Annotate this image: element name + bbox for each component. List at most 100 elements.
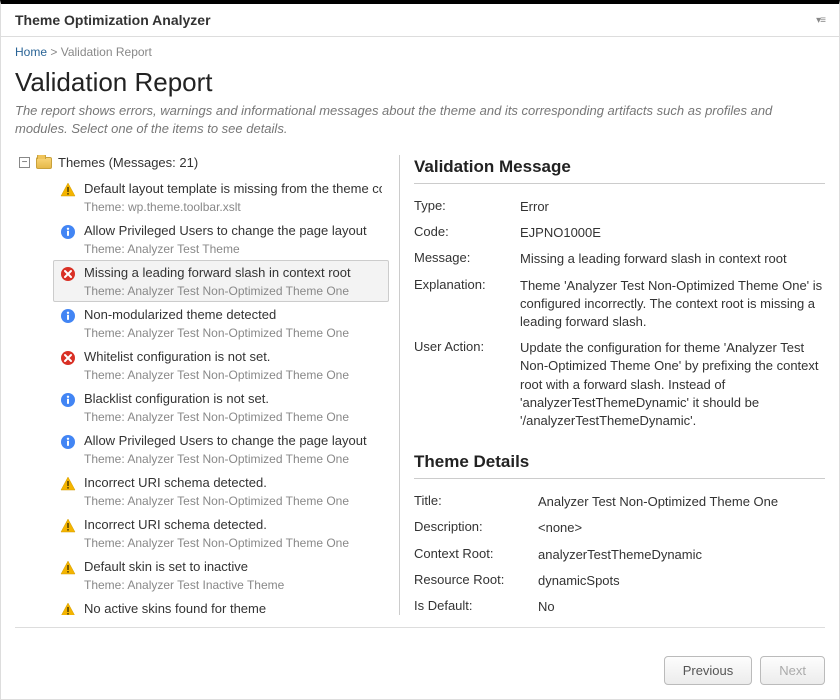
app-panel: Theme Optimization Analyzer ▾≡ Home > Va… — [0, 0, 840, 700]
type-label: Type: — [414, 198, 520, 213]
tree-item-message: Default skin is set to inactive — [84, 559, 382, 574]
tree-item-subtitle: Theme: Analyzer Test Non-Optimized Theme… — [60, 534, 382, 550]
page-subtitle: The report shows errors, warnings and in… — [15, 102, 825, 137]
warn-icon — [60, 518, 76, 534]
tree-root[interactable]: − Themes (Messages: 21) — [15, 155, 389, 170]
explanation-label: Explanation: — [414, 277, 520, 292]
tree-item-message: Allow Privileged Users to change the pag… — [84, 223, 382, 238]
tree-item-message: Whitelist configuration is not set. — [84, 349, 382, 364]
td-croot-value: analyzerTestThemeDynamic — [538, 546, 825, 564]
explanation-value: Theme 'Analyzer Test Non-Optimized Theme… — [520, 277, 825, 332]
td-default-label: Is Default: — [414, 598, 538, 613]
previous-button[interactable]: Previous — [664, 656, 753, 685]
tree-item-subtitle: Theme: Analyzer Test Non-Optimized Theme… — [60, 366, 382, 382]
useraction-value: Update the configuration for theme 'Anal… — [520, 339, 825, 430]
details-pane: Validation Message Type:Error Code:EJPNO… — [400, 155, 825, 615]
breadcrumb-current: Validation Report — [61, 45, 152, 59]
warn-icon — [60, 602, 76, 615]
info-icon — [60, 392, 76, 408]
collapse-icon[interactable]: − — [19, 157, 30, 168]
validation-table: Type:Error Code:EJPNO1000E Message:Missi… — [414, 194, 825, 434]
tree-row: No active skins found for theme — [60, 601, 382, 615]
tree-pane: − Themes (Messages: 21) Default layout t… — [15, 155, 400, 615]
app-title: Theme Optimization Analyzer — [15, 12, 211, 28]
tree-item-subtitle: Theme: wp.theme.toolbar.xslt — [60, 198, 382, 214]
td-title-value: Analyzer Test Non-Optimized Theme One — [538, 493, 825, 511]
tree-item[interactable]: Incorrect URI schema detected. Theme: Ana… — [53, 470, 389, 512]
info-icon — [60, 308, 76, 324]
divider — [414, 183, 825, 184]
breadcrumb-separator: > — [50, 45, 57, 59]
td-rroot-value: dynamicSpots — [538, 572, 825, 590]
warn-icon — [60, 476, 76, 492]
portlet-menu-icon[interactable]: ▾≡ — [816, 15, 825, 26]
tree-item-subtitle: Theme: Analyzer Test Non-Optimized Theme… — [60, 282, 382, 298]
divider — [414, 478, 825, 479]
tree-row: Default layout template is missing from … — [60, 181, 382, 198]
tree-item[interactable]: Non-modularized theme detected Theme: Ana… — [53, 302, 389, 344]
tree-item-message: Missing a leading forward slash in conte… — [84, 265, 382, 280]
tree-item-subtitle: Theme: Analyzer Test Theme — [60, 240, 382, 256]
breadcrumb: Home > Validation Report — [15, 43, 825, 67]
tree-row: Incorrect URI schema detected. — [60, 475, 382, 492]
tree-root-label: Themes (Messages: 21) — [58, 155, 198, 170]
header-bar: Theme Optimization Analyzer ▾≡ — [1, 4, 839, 37]
tree-item[interactable]: Blacklist configuration is not set.Theme… — [53, 386, 389, 428]
code-label: Code: — [414, 224, 520, 239]
warn-icon — [60, 182, 76, 198]
tree-item[interactable]: Whitelist configuration is not set. Theme… — [53, 344, 389, 386]
validation-section-title: Validation Message — [414, 157, 825, 177]
themedetails-section-title: Theme Details — [414, 452, 825, 472]
td-desc-value: <none> — [538, 519, 825, 537]
tree-item[interactable]: Allow Privileged Users to change the pag… — [53, 218, 389, 260]
error-icon — [60, 266, 76, 282]
tree-item-subtitle: Theme: Analyzer Test Non-Optimized Theme… — [60, 408, 382, 424]
tree-item-message: Allow Privileged Users to change the pag… — [84, 433, 382, 448]
tree-item-subtitle: Theme: Analyzer Test Non-Optimized Theme… — [60, 492, 382, 508]
tree-item[interactable]: Missing a leading forward slash in conte… — [53, 260, 389, 302]
folder-icon — [36, 157, 52, 169]
footer-bar: Previous Next — [1, 642, 839, 699]
tree-item-subtitle: Theme: Analyzer Test Non-Optimized Theme… — [60, 324, 382, 340]
type-value: Error — [520, 198, 825, 216]
tree-item-message: Non-modularized theme detected — [84, 307, 382, 322]
tree-item[interactable]: Allow Privileged Users to change the pag… — [53, 428, 389, 470]
useraction-label: User Action: — [414, 339, 520, 354]
tree-item[interactable]: No active skins found for theme — [53, 596, 389, 615]
tree-item-message: No active skins found for theme — [84, 601, 382, 615]
tree-item[interactable]: Default skin is set to inactive Theme: An… — [53, 554, 389, 596]
tree-row: Allow Privileged Users to change the pag… — [60, 433, 382, 450]
td-croot-label: Context Root: — [414, 546, 538, 561]
tree-item-message: Incorrect URI schema detected. — [84, 517, 382, 532]
info-icon — [60, 434, 76, 450]
tree-item[interactable]: Incorrect URI schema detected. Theme: Ana… — [53, 512, 389, 554]
tree-item-subtitle: Theme: Analyzer Test Non-Optimized Theme… — [60, 450, 382, 466]
tree-row: Non-modularized theme detected — [60, 307, 382, 324]
td-rroot-label: Resource Root: — [414, 572, 538, 587]
message-label: Message: — [414, 250, 520, 265]
themedetails-table: Title:Analyzer Test Non-Optimized Theme … — [414, 489, 825, 615]
td-desc-label: Description: — [414, 519, 538, 534]
tree-list: Default layout template is missing from … — [15, 176, 389, 615]
warn-icon — [60, 560, 76, 576]
tree-row: Whitelist configuration is not set. — [60, 349, 382, 366]
tree-row: Missing a leading forward slash in conte… — [60, 265, 382, 282]
info-icon — [60, 224, 76, 240]
tree-item-message: Incorrect URI schema detected. — [84, 475, 382, 490]
tree-item[interactable]: Default layout template is missing from … — [53, 176, 389, 218]
tree-item-message: Default layout template is missing from … — [84, 181, 382, 196]
td-default-value: No — [538, 598, 825, 615]
error-icon — [60, 350, 76, 366]
tree-row: Incorrect URI schema detected. — [60, 517, 382, 534]
split-pane: − Themes (Messages: 21) Default layout t… — [15, 155, 825, 628]
tree-row: Allow Privileged Users to change the pag… — [60, 223, 382, 240]
tree-row: Default skin is set to inactive — [60, 559, 382, 576]
td-title-label: Title: — [414, 493, 538, 508]
breadcrumb-home-link[interactable]: Home — [15, 45, 47, 59]
tree-row: Blacklist configuration is not set. — [60, 391, 382, 408]
tree-item-subtitle: Theme: Analyzer Test Inactive Theme — [60, 576, 382, 592]
message-value: Missing a leading forward slash in conte… — [520, 250, 825, 268]
code-value: EJPNO1000E — [520, 224, 825, 242]
next-button[interactable]: Next — [760, 656, 825, 685]
page-title: Validation Report — [15, 67, 825, 98]
